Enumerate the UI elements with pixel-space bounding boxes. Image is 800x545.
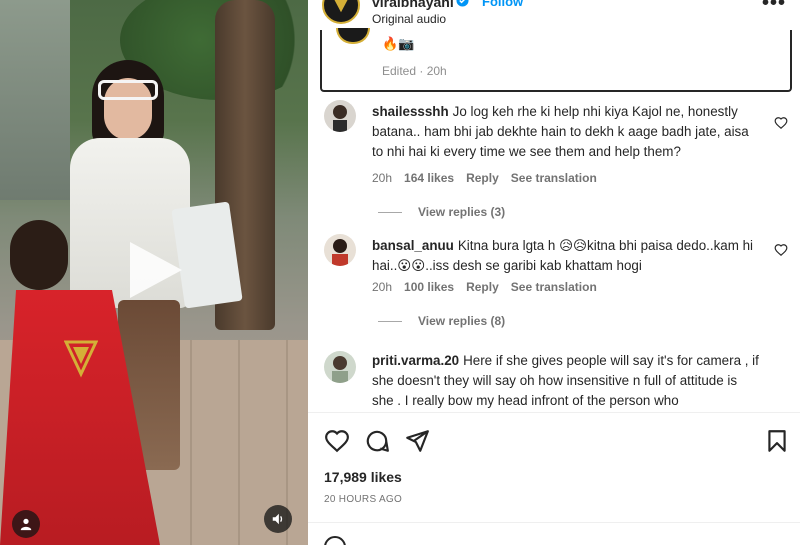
comment-body: bansal_anuu Kitna bura lgta h 😥😥kitna bhi… <box>372 236 762 276</box>
comment-likes[interactable]: 164 likes <box>404 171 454 185</box>
reply-button[interactable]: Reply <box>466 171 499 185</box>
verified-badge-icon <box>456 0 469 7</box>
comment-body: priti.varma.20 Here if she gives people w… <box>372 351 762 411</box>
like-heart-icon[interactable] <box>324 428 350 454</box>
share-paper-plane-icon[interactable] <box>404 428 430 454</box>
see-translation-button[interactable]: See translation <box>511 280 597 294</box>
comments-list[interactable]: shailessshh Jo log keh rhe ki help nhi ki… <box>308 92 800 412</box>
view-replies-button[interactable]: View replies (3) <box>378 205 505 219</box>
comment-username[interactable]: bansal_anuu <box>372 238 454 253</box>
author-username[interactable]: viralbhayani <box>372 0 454 10</box>
play-icon[interactable] <box>126 240 184 300</box>
caption-avatar[interactable] <box>336 28 370 44</box>
comment-input-divider <box>308 522 800 523</box>
view-replies-label: View replies (3) <box>418 205 506 219</box>
post-likes-count[interactable]: 17,989 likes <box>324 469 402 485</box>
more-options-icon[interactable]: ••• <box>762 0 786 15</box>
commenter-avatar[interactable] <box>324 100 356 132</box>
comment-username[interactable]: shailessshh <box>372 104 449 119</box>
watermark-logo-icon <box>63 338 99 378</box>
commenter-avatar[interactable] <box>324 351 356 383</box>
comment-meta: 20h 164 likes Reply See translation <box>372 171 597 185</box>
comment-body: shailessshh Jo log keh rhe ki help nhi ki… <box>372 102 762 162</box>
view-replies-label: View replies (8) <box>418 314 506 328</box>
emoji-picker-icon[interactable] <box>324 536 346 545</box>
view-replies-button[interactable]: View replies (8) <box>378 314 505 328</box>
see-translation-button[interactable]: See translation <box>511 171 597 185</box>
comment-time[interactable]: 20h <box>372 171 392 185</box>
caption-text: 🔥📷 <box>382 36 415 51</box>
comment-bubble-icon[interactable] <box>364 428 390 454</box>
tagged-user-icon[interactable] <box>12 510 40 538</box>
follow-button[interactable]: Follow <box>482 0 523 9</box>
comment-meta: 20h 100 likes Reply See translation <box>372 280 597 294</box>
comment-time[interactable]: 20h <box>372 280 392 294</box>
caption-edited-time: Edited · 20h <box>382 64 447 78</box>
like-comment-heart-icon[interactable] <box>774 243 788 257</box>
author-avatar[interactable] <box>322 0 360 24</box>
caption-block: 🔥📷 Edited · 20h <box>320 28 792 92</box>
commenter-avatar[interactable] <box>324 234 356 266</box>
post-actions-bar <box>308 424 800 458</box>
actions-divider <box>308 412 800 413</box>
post-timestamp: 20 HOURS AGO <box>324 494 403 505</box>
comment-username[interactable]: priti.varma.20 <box>372 353 459 368</box>
reply-button[interactable]: Reply <box>466 280 499 294</box>
audio-link[interactable]: Original audio <box>372 12 446 26</box>
video-player[interactable] <box>0 0 308 545</box>
post-header: viralbhayani Follow Original audio ••• <box>308 0 800 30</box>
like-comment-heart-icon[interactable] <box>774 116 788 130</box>
background-building <box>0 0 70 200</box>
comment-likes[interactable]: 100 likes <box>404 280 454 294</box>
save-bookmark-icon[interactable] <box>764 428 790 454</box>
speaker-icon[interactable] <box>264 505 292 533</box>
post-details-panel: viralbhayani Follow Original audio ••• 🔥… <box>308 0 800 545</box>
